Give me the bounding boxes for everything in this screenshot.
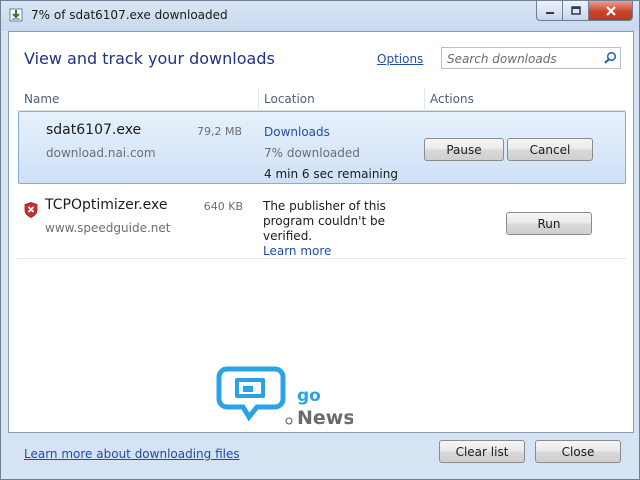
title-bar[interactable]: 7% of sdat6107.exe downloaded [1,1,639,31]
learn-more-downloading-link[interactable]: Learn more about downloading files [24,447,240,461]
maximize-icon [570,6,581,15]
pause-button[interactable]: Pause [424,138,504,161]
warning-text-line: verified. [263,229,313,243]
cancel-button[interactable]: Cancel [507,138,593,161]
gonews-logo: go News [213,361,355,431]
maximize-button[interactable] [563,1,589,21]
minimize-icon [545,11,554,14]
file-size: 79,2 MB [196,125,242,138]
file-name[interactable]: sdat6107.exe [46,122,141,138]
downloads-window: 7% of sdat6107.exe downloaded View and t… [0,0,640,480]
download-row-tcpoptimizer[interactable]: TCPOptimizer.exe 640 KB www.speedguide.n… [18,187,626,259]
file-name[interactable]: TCPOptimizer.exe [45,197,167,213]
search-box[interactable] [441,47,621,69]
minimize-button[interactable] [536,1,563,21]
close-window-button[interactable] [589,1,633,21]
learn-more-link[interactable]: Learn more [263,244,331,258]
location-link[interactable]: Downloads [264,125,330,139]
column-divider [424,88,425,110]
close-button[interactable]: Close [535,440,621,463]
page-title: View and track your downloads [24,49,275,68]
clear-list-button[interactable]: Clear list [439,440,525,463]
search-icon[interactable] [603,51,617,65]
warning-text-line: program couldn't be [263,214,385,228]
logo-text-news: News [297,407,353,429]
download-row-sdat6107[interactable]: sdat6107.exe 79,2 MB download.nai.com Do… [18,111,626,184]
run-button[interactable]: Run [506,212,592,235]
gonews-logo-mark: go News [216,366,355,429]
file-source: download.nai.com [46,146,156,160]
download-icon [9,8,23,22]
search-input[interactable] [445,50,599,68]
column-header-location[interactable]: Location [264,92,315,106]
logo-text-go: go [297,386,321,406]
column-headers: Name Location Actions [16,88,626,111]
progress-text: 7% downloaded [264,146,360,160]
file-size: 640 KB [203,200,243,213]
warning-text-line: The publisher of this [263,199,386,213]
time-remaining: 4 min 6 sec remaining [264,167,398,181]
window-controls [536,1,633,21]
shield-warning-icon [24,202,38,218]
column-header-actions[interactable]: Actions [430,92,474,106]
column-header-name[interactable]: Name [24,92,59,106]
close-icon [605,5,616,16]
options-link[interactable]: Options [377,52,423,66]
file-source: www.speedguide.net [45,221,171,235]
column-divider [258,88,259,110]
window-title: 7% of sdat6107.exe downloaded [31,8,228,22]
